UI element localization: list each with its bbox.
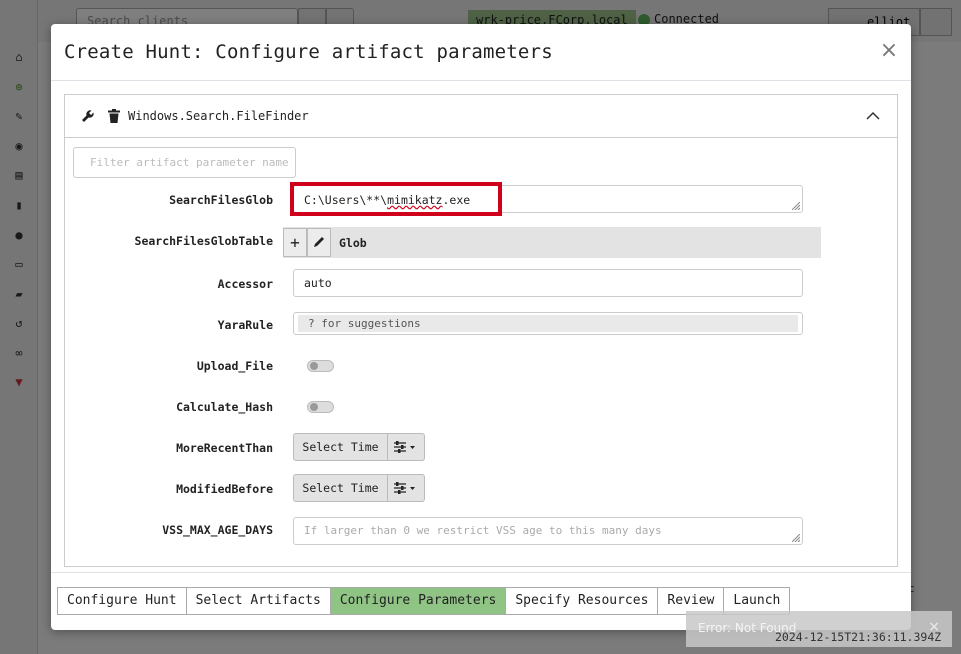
more-recent-than-select-time-button[interactable]: Select Time <box>293 433 388 461</box>
wrench-icon[interactable] <box>81 109 95 123</box>
yara-rule-placeholder: ? for suggestions <box>298 315 798 332</box>
upload-file-toggle[interactable] <box>307 360 334 372</box>
vss-placeholder: If larger than 0 we restrict VSS age to … <box>304 524 662 537</box>
more-recent-than-options-button[interactable] <box>387 433 425 461</box>
glob-value-prefix: C:\Users\**\ <box>304 193 388 207</box>
modal-header: Create Hunt: Configure artifact paramete… <box>51 24 911 81</box>
upload-file-label: Upload_File <box>196 359 273 373</box>
trash-icon[interactable] <box>108 109 120 123</box>
sliders-icon <box>394 482 415 494</box>
add-row-button[interactable]: + <box>283 228 307 257</box>
search-files-glob-input[interactable]: C:\Users\**\mimikatz.exe <box>293 185 803 213</box>
wizard-step-select-artifacts[interactable]: Select Artifacts <box>185 587 330 615</box>
glob-value-suffix: .exe <box>442 193 471 207</box>
artifact-card: Windows.Search.FileFinder Filter artifac… <box>64 94 898 567</box>
filter-param-input[interactable]: Filter artifact parameter name <box>73 147 296 178</box>
search-files-glob-table-label: SearchFilesGlobTable <box>134 234 273 248</box>
yara-rule-label: YaraRule <box>217 318 273 332</box>
artifact-name: Windows.Search.FileFinder <box>128 109 309 123</box>
calculate-hash-toggle[interactable] <box>307 401 334 413</box>
chevron-up-icon[interactable] <box>865 109 881 123</box>
wizard-step-configure-parameters[interactable]: Configure Parameters <box>329 587 506 615</box>
wizard-steps: Configure Hunt Select Artifacts Configure … <box>57 587 791 615</box>
pencil-icon <box>314 237 324 247</box>
glob-table: + Glob <box>283 227 821 258</box>
resize-handle-icon[interactable] <box>792 202 800 210</box>
accessor-label: Accessor <box>217 277 273 291</box>
vss-max-age-days-label: VSS_MAX_AGE_DAYS <box>162 523 273 537</box>
edit-table-button[interactable] <box>307 228 331 257</box>
search-files-glob-label: SearchFilesGlob <box>169 193 273 207</box>
glob-value-word: mimikatz <box>387 193 443 207</box>
calculate-hash-label: Calculate_Hash <box>176 400 273 414</box>
more-recent-than-label: MoreRecentThan <box>176 441 273 455</box>
create-hunt-modal: Create Hunt: Configure artifact paramete… <box>51 24 911 630</box>
vss-max-age-days-input[interactable]: If larger than 0 we restrict VSS age to … <box>293 517 803 545</box>
modified-before-select-time-button[interactable]: Select Time <box>293 474 388 502</box>
artifact-params-body: Filter artifact parameter name SearchFil… <box>65 138 897 566</box>
modified-before-options-button[interactable] <box>387 474 425 502</box>
wizard-step-specify-resources[interactable]: Specify Resources <box>505 587 658 615</box>
close-icon[interactable]: × <box>879 40 899 62</box>
wizard-step-configure-hunt[interactable]: Configure Hunt <box>57 587 186 615</box>
timestamp: 2024-12-15T21:36:11.394Z <box>775 630 942 644</box>
glob-column-header: Glob <box>339 236 367 250</box>
resize-handle-icon[interactable] <box>792 534 800 542</box>
yara-rule-input[interactable]: ? for suggestions <box>293 312 803 335</box>
accessor-input[interactable]: auto <box>293 269 803 297</box>
sliders-icon <box>394 441 415 453</box>
modal-title: Create Hunt: Configure artifact paramete… <box>64 41 553 63</box>
modified-before-label: ModifiedBefore <box>176 482 273 496</box>
artifact-card-header[interactable]: Windows.Search.FileFinder <box>65 95 897 138</box>
